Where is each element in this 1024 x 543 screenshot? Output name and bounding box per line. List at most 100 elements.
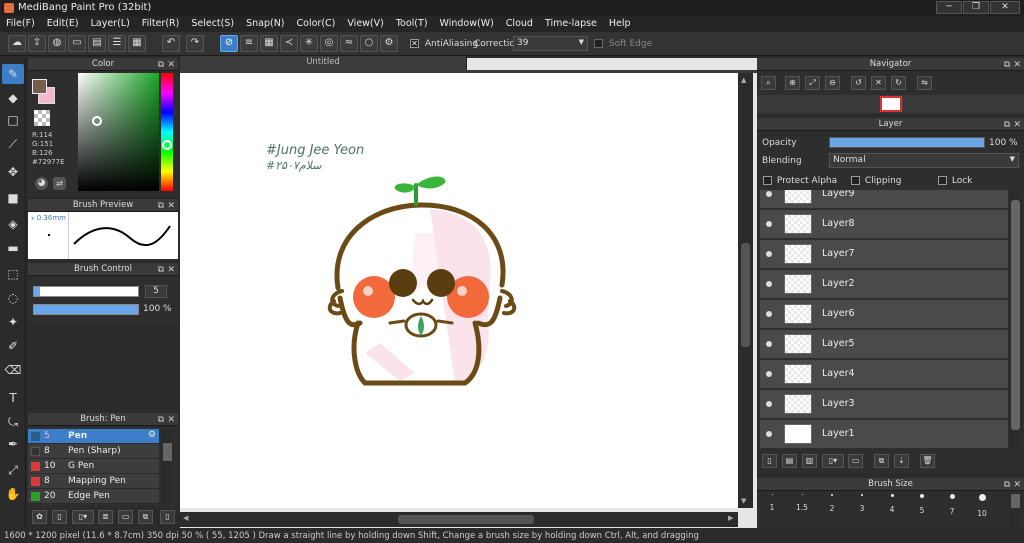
new-brush-icon[interactable]: ▯ — [52, 510, 67, 524]
detach-icon[interactable]: ⧉ — [158, 414, 164, 426]
snap-off-icon[interactable]: ⊘ — [220, 35, 238, 52]
palette-icon[interactable]: ◕ — [35, 177, 48, 190]
chat-icon[interactable]: ◍ — [48, 35, 66, 52]
menu-view[interactable]: View(V) — [341, 16, 389, 32]
radial-snap-icon[interactable]: ✳ — [300, 35, 318, 52]
hand-tool-icon[interactable]: ✋ — [2, 484, 24, 504]
gradient-tool-icon[interactable]: ▬ — [2, 238, 24, 258]
rotate-right-icon[interactable]: ↻ — [891, 76, 906, 90]
layer-row-layer5[interactable]: Layer5 — [760, 330, 1008, 359]
blending-select[interactable]: Normal ▼ — [829, 153, 1019, 168]
antialiasing-checkbox[interactable]: ✕ — [410, 39, 419, 48]
delete-brush-icon[interactable]: ▯ — [160, 510, 175, 524]
menu-color[interactable]: Color(C) — [291, 16, 342, 32]
new-folder-icon[interactable]: ▭ — [848, 454, 863, 468]
duplicate-layer-icon[interactable]: ⧉ — [874, 454, 889, 468]
duplicate-brush-icon[interactable]: ⧉ — [138, 510, 153, 524]
visibility-icon[interactable] — [766, 191, 772, 197]
brush-item-mapping-pen[interactable]: 8 Mapping Pen — [28, 474, 159, 489]
detach-icon[interactable]: ⧉ — [158, 264, 164, 276]
visibility-icon[interactable] — [766, 311, 772, 317]
brush-opacity-slider[interactable] — [33, 304, 139, 315]
text-tool-icon[interactable]: T — [2, 388, 24, 408]
close-icon[interactable]: ✕ — [1013, 119, 1021, 131]
brush-size-option[interactable]: 7 — [937, 494, 967, 516]
eyedropper-tool-icon[interactable]: ✒ — [2, 434, 24, 454]
visibility-icon[interactable] — [766, 221, 772, 227]
brush-item-pen[interactable]: 5 Pen ⚙ — [28, 429, 159, 444]
transparent-color-swatch[interactable] — [34, 110, 50, 126]
move-tool-icon[interactable]: ✥ — [2, 162, 24, 182]
detach-icon[interactable]: ⧉ — [1004, 119, 1010, 131]
select-pen-tool-icon[interactable]: ✐ — [2, 336, 24, 356]
layer-row-layer2[interactable]: Layer2 — [760, 270, 1008, 299]
zoom-in-icon[interactable]: ⊕ — [785, 76, 800, 90]
zoom-icon[interactable]: ⌕ — [761, 76, 776, 90]
foreground-color-swatch[interactable] — [32, 79, 47, 94]
brush-size-scrollbar[interactable] — [1009, 492, 1022, 528]
scroll-right-icon[interactable]: ▶ — [728, 514, 733, 522]
fill-rect-tool-icon[interactable]: ■ — [2, 188, 24, 208]
menu-file[interactable]: File(F) — [0, 16, 41, 32]
navigator-thumbnail[interactable] — [880, 96, 902, 112]
concentric-snap-icon[interactable]: ◎ — [320, 35, 338, 52]
delete-layer-icon[interactable]: 🗑 — [920, 454, 935, 468]
rectangle-tool-icon[interactable]: □ — [2, 110, 24, 130]
close-icon[interactable]: ✕ — [167, 59, 175, 71]
zoom-out-icon[interactable]: ⊖ — [825, 76, 840, 90]
close-icon[interactable]: ✕ — [167, 414, 175, 426]
layer-opacity-slider[interactable] — [829, 137, 985, 148]
new-halftone-layer-icon[interactable]: ▤ — [782, 454, 797, 468]
list-icon[interactable]: ☰ — [108, 35, 126, 52]
clipping-toggle[interactable]: Clipping — [851, 176, 902, 186]
detach-icon[interactable]: ⧉ — [1004, 479, 1010, 491]
undo-icon[interactable]: ↶ — [162, 35, 180, 52]
brush-tool-icon[interactable]: ✎ — [2, 64, 24, 84]
detach-icon[interactable]: ⧉ — [1004, 59, 1010, 71]
hue-slider[interactable] — [161, 73, 173, 191]
perspective-snap-icon[interactable]: ≺ — [280, 35, 298, 52]
cloud-icon[interactable]: ☁ — [8, 35, 26, 52]
parallel-snap-icon[interactable]: ≡ — [240, 35, 258, 52]
brush-item-g-pen[interactable]: 10 G Pen — [28, 459, 159, 474]
brush-size-slider[interactable] — [33, 286, 139, 297]
redo-icon[interactable]: ↷ — [186, 35, 204, 52]
lock-checkbox[interactable] — [938, 176, 947, 185]
maximize-button[interactable]: ❐ — [963, 1, 989, 14]
soft-edge-toggle[interactable]: Soft Edge — [594, 39, 652, 49]
dot-tool-icon[interactable]: ⟋ — [2, 134, 24, 154]
close-icon[interactable]: ✕ — [167, 264, 175, 276]
brush-size-option[interactable]: 1.5 — [787, 494, 817, 512]
brush-property-icon[interactable]: ≣ — [98, 510, 113, 524]
bucket-tool-icon[interactable]: ◈ — [2, 214, 24, 234]
settings-snap-icon[interactable]: ⚙ — [380, 35, 398, 52]
scroll-down-icon[interactable]: ▼ — [741, 497, 746, 505]
brush-size-option[interactable]: 5 — [907, 494, 937, 515]
circle-snap-icon[interactable]: ○ — [360, 35, 378, 52]
layer-row-layer7[interactable]: Layer7 — [760, 240, 1008, 269]
brush-size-option[interactable]: 4 — [877, 494, 907, 514]
visibility-icon[interactable] — [766, 281, 772, 287]
gear-icon[interactable]: ⚙ — [148, 430, 156, 440]
layer-row-layer3[interactable]: Layer3 — [760, 390, 1008, 419]
visibility-icon[interactable] — [766, 401, 772, 407]
layer-row-layer4[interactable]: Layer4 — [760, 360, 1008, 389]
brush-size-option[interactable]: 10 — [967, 494, 997, 518]
menu-help[interactable]: Help — [603, 16, 637, 32]
menu-layer[interactable]: Layer(L) — [85, 16, 136, 32]
close-icon[interactable]: ✕ — [1013, 59, 1021, 71]
add-brush-icon[interactable]: ✿ — [32, 510, 47, 524]
detach-icon[interactable]: ⧉ — [158, 59, 164, 71]
fit-screen-icon[interactable]: ⤢ — [805, 76, 820, 90]
vertical-scroll-thumb[interactable] — [741, 243, 750, 347]
menu-window[interactable]: Window(W) — [434, 16, 500, 32]
brush-size-input[interactable]: 5 — [145, 285, 167, 298]
merge-down-icon[interactable]: ⇣ — [894, 454, 909, 468]
visibility-icon[interactable] — [766, 341, 772, 347]
document-icon[interactable]: ▤ — [88, 35, 106, 52]
page-icon[interactable]: ▦ — [128, 35, 146, 52]
layer-row-layer9[interactable]: Layer9 — [760, 190, 1008, 209]
flip-horizontal-icon[interactable]: ⇋ — [917, 76, 932, 90]
scroll-thumb[interactable] — [163, 443, 172, 461]
menu-time-lapse[interactable]: Time-lapse — [539, 16, 603, 32]
